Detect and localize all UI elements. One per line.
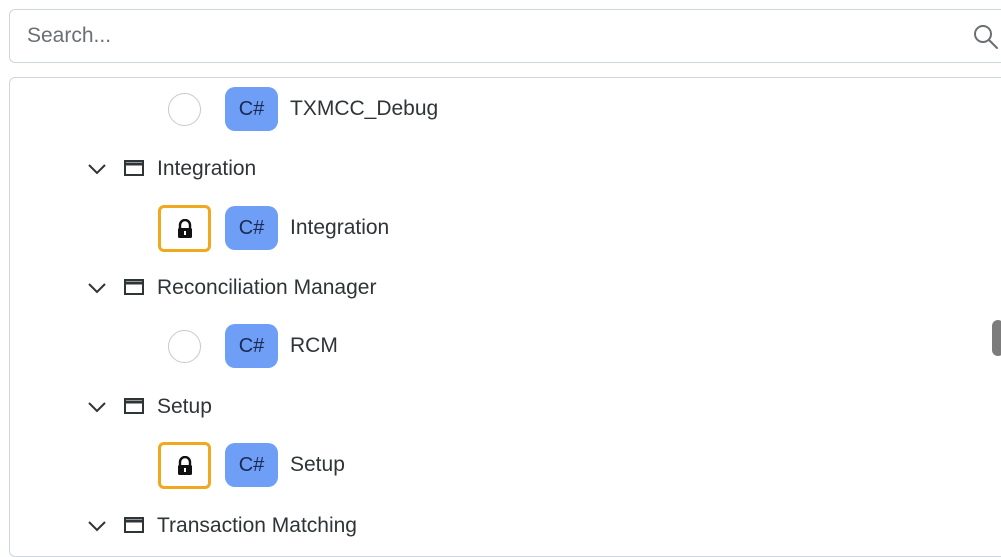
search-input[interactable]	[27, 10, 927, 62]
lock-icon	[178, 219, 192, 238]
lock-status[interactable]	[158, 442, 211, 489]
tree-item-label: Integration	[290, 216, 390, 239]
search-icon[interactable]	[972, 23, 1000, 51]
csharp-badge: C#	[225, 443, 278, 487]
tree-item-txmcc-debug[interactable]: C# TXMCC_Debug	[10, 86, 990, 136]
tree-group-label: Transaction Matching	[157, 514, 357, 537]
window-icon	[124, 279, 144, 295]
tree-group-setup[interactable]: Setup	[10, 383, 990, 433]
tree-group-transaction-matching[interactable]: Transaction Matching	[10, 502, 990, 552]
lock-icon	[178, 456, 192, 475]
tree-group-label: Reconciliation Manager	[157, 276, 377, 299]
lock-status[interactable]	[158, 205, 211, 252]
tree-item-label: TXMCC_Debug	[290, 97, 439, 120]
window-icon	[124, 517, 144, 533]
tree-panel: C# TXMCC_Debug Integration C# Integratio…	[9, 77, 1001, 557]
search-box[interactable]	[9, 9, 1001, 63]
tree-item-label: RCM	[290, 334, 338, 357]
csharp-badge: C#	[225, 206, 278, 250]
window-icon	[124, 160, 144, 176]
window-icon	[124, 398, 144, 414]
radio-icon[interactable]	[168, 93, 201, 126]
chevron-down-icon[interactable]	[86, 279, 108, 297]
chevron-down-icon[interactable]	[86, 398, 108, 416]
csharp-badge: C#	[225, 87, 278, 131]
tree-item-label: Setup	[290, 453, 345, 476]
tree-item-rcm[interactable]: C# RCM	[10, 323, 990, 373]
radio-icon[interactable]	[168, 330, 201, 363]
chevron-down-icon[interactable]	[86, 160, 108, 178]
tree-group-label: Integration	[157, 157, 257, 180]
tree-group-reconciliation-manager[interactable]: Reconciliation Manager	[10, 264, 990, 314]
chevron-down-icon[interactable]	[86, 517, 108, 535]
csharp-badge: C#	[225, 324, 278, 368]
tree-item-setup[interactable]: C# Setup	[10, 442, 990, 492]
tree-item-integration[interactable]: C# Integration	[10, 205, 990, 255]
tree-group-integration[interactable]: Integration	[10, 145, 990, 195]
scrollbar-thumb[interactable]	[992, 320, 1001, 356]
tree-group-label: Setup	[157, 395, 212, 418]
